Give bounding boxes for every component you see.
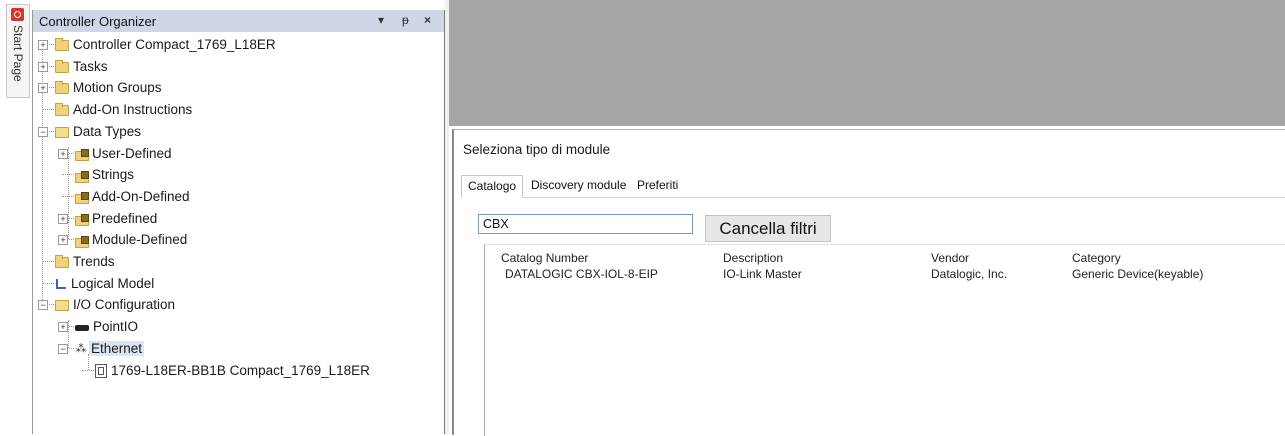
tree-item-label: Trends: [73, 254, 115, 269]
organizer-tree: + Controller Compact_1769_L18ER + Tasks + Mot…: [33, 34, 444, 434]
collapse-icon[interactable]: −: [38, 126, 48, 137]
tree-item[interactable]: 1769-L18ER-BB1B Compact_1769_L18ER: [95, 360, 372, 381]
tree-item-label: Predefined: [92, 210, 158, 226]
tree-guide-line: [68, 320, 69, 348]
folder-icon: [55, 37, 69, 51]
controller-organizer-panel: Controller Organizer ▾ ᵽ × + Controller C…: [32, 10, 446, 434]
tree-item[interactable]: Predefined: [75, 208, 159, 229]
datatype-icon: [75, 214, 89, 227]
expand-icon[interactable]: +: [58, 235, 68, 246]
tree-item-label: Controller Compact_1769_L18ER: [73, 37, 276, 52]
workspace-background: [449, 0, 1285, 126]
datatype-icon: [75, 235, 89, 248]
start-page-tab[interactable]: Start Page: [6, 4, 30, 98]
module-catalog-list: Catalog Number Description Vendor Catego…: [484, 244, 1285, 436]
pointio-icon: [75, 324, 89, 331]
tree-item-label: Module-Defined: [92, 232, 188, 248]
organizer-title-bar: Controller Organizer ▾ ᵽ ×: [33, 10, 444, 32]
collapse-icon[interactable]: −: [38, 300, 48, 311]
catalog-number-cell: DATALOGIC CBX-IOL-8-EIP: [505, 267, 658, 281]
folder-icon: [55, 254, 69, 268]
tree-item[interactable]: Module-Defined: [75, 229, 189, 250]
dialog-tab-strip: Catalogo Discovery module Preferiti: [461, 175, 1285, 198]
tree-item[interactable]: User-Defined: [75, 143, 174, 164]
tree-connector-line: [42, 261, 54, 262]
table-row[interactable]: DATALOGIC CBX-IOL-8-EIP IO-Link Master D…: [485, 245, 1285, 285]
folder-open-icon: [55, 300, 69, 312]
dialog-title: Seleziona tipo di module: [463, 142, 611, 157]
tab-discovery-module[interactable]: Discovery module: [525, 175, 632, 196]
organizer-title: Controller Organizer: [39, 14, 157, 29]
tree-item-label: User-Defined: [92, 145, 172, 161]
folder-icon: [55, 103, 69, 117]
tree-item[interactable]: Logical Model: [55, 273, 156, 294]
datatype-icon: [75, 170, 89, 183]
tree-guide-line: [42, 40, 43, 305]
pin-icon[interactable]: ᵽ: [402, 13, 409, 27]
expand-icon[interactable]: +: [38, 61, 48, 72]
tree-item-label: Motion Groups: [73, 80, 162, 96]
datatype-icon: [75, 148, 89, 161]
tree-item[interactable]: Trends: [55, 251, 117, 272]
tree-item[interactable]: I/O Configuration: [55, 294, 177, 315]
filter-input[interactable]: [478, 214, 693, 234]
ethernet-icon: ⁂: [75, 343, 87, 356]
folder-icon: [55, 81, 69, 95]
expand-icon[interactable]: +: [58, 322, 68, 333]
close-icon[interactable]: ×: [424, 13, 431, 27]
tree-item-label: PointIO: [93, 319, 139, 335]
tree-connector-line: [82, 369, 94, 371]
expand-icon[interactable]: +: [38, 40, 48, 50]
expand-icon[interactable]: +: [58, 148, 68, 159]
tree-connector-line: [62, 174, 74, 176]
tree-item[interactable]: Tasks: [55, 56, 110, 77]
tab-preferiti[interactable]: Preferiti: [631, 175, 684, 196]
tree-item-label: Add-On-Defined: [92, 188, 190, 204]
description-cell: IO-Link Master: [723, 267, 802, 281]
module-icon: [95, 363, 107, 378]
tree-item[interactable]: Add-On-Defined: [75, 186, 192, 207]
tree-item-label: Tasks: [73, 58, 108, 74]
category-cell: Generic Device(keyable): [1072, 267, 1204, 281]
tree-guide-line: [68, 146, 69, 240]
tab-catalogo[interactable]: Catalogo: [461, 175, 524, 198]
folder-icon: [55, 59, 69, 73]
model-icon: [55, 278, 67, 290]
folder-open-icon: [55, 126, 69, 138]
tree-item[interactable]: Controller Compact_1769_L18ER: [55, 34, 278, 55]
datatype-icon: [75, 192, 89, 205]
tree-item[interactable]: Motion Groups: [55, 77, 164, 98]
tree-item-label: Add-On Instructions: [73, 102, 193, 118]
tree-item-label: Logical Model: [71, 275, 155, 291]
start-page-label: Start Page: [11, 25, 25, 82]
clear-filters-button[interactable]: Cancella filtri: [705, 215, 831, 242]
select-module-dialog: Seleziona tipo di module Catalogo Discov…: [452, 129, 1285, 436]
tree-connector-line: [42, 282, 54, 284]
vendor-cell: Datalogic, Inc.: [931, 267, 1008, 281]
tree-item[interactable]: Data Types: [55, 121, 143, 142]
start-page-icon: [11, 8, 24, 21]
tree-item-label: Data Types: [73, 123, 142, 139]
expand-icon[interactable]: +: [58, 213, 68, 224]
tree-item[interactable]: ⁂ Ethernet: [75, 338, 145, 359]
tree-connector-line: [62, 195, 74, 197]
tree-item-label: Ethernet: [89, 340, 145, 356]
expand-icon[interactable]: +: [38, 83, 48, 94]
tree-item[interactable]: Add-On Instructions: [55, 99, 194, 120]
tree-item[interactable]: PointIO: [75, 316, 140, 337]
panel-dropdown-icon[interactable]: ▾: [378, 13, 384, 27]
tree-item-label: I/O Configuration: [73, 297, 176, 313]
tree-connector-line: [42, 109, 54, 111]
collapse-icon[interactable]: −: [58, 343, 68, 354]
tree-item-label: Strings: [92, 167, 135, 183]
tree-item[interactable]: Strings: [75, 164, 136, 185]
tree-item-label: 1769-L18ER-BB1B Compact_1769_L18ER: [111, 362, 370, 378]
